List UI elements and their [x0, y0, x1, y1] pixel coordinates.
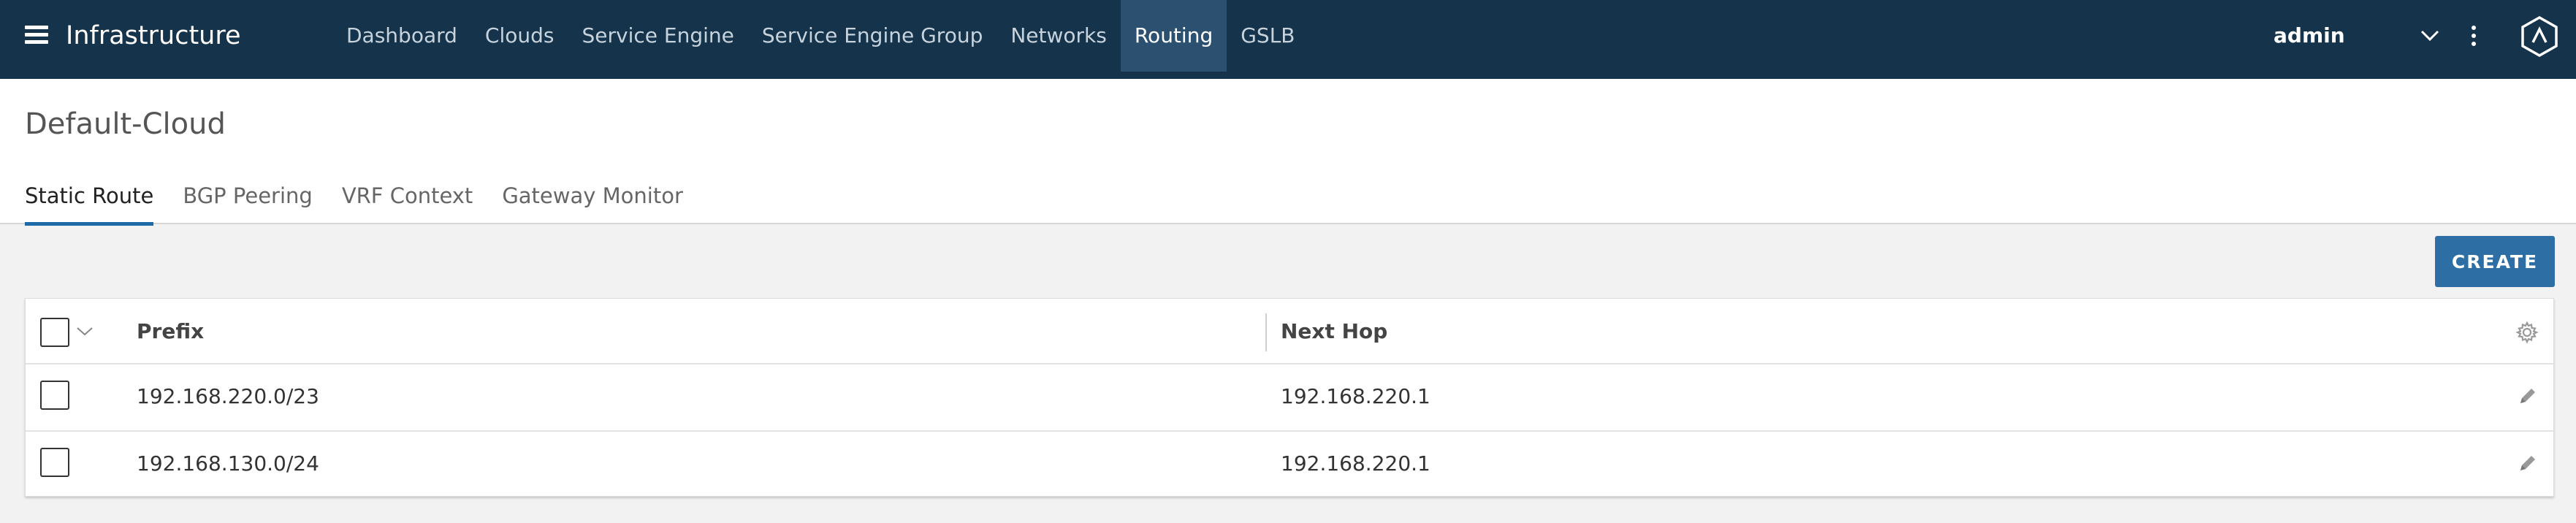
row-checkbox[interactable]	[40, 381, 69, 410]
cell-next-hop: 192.168.220.1	[1281, 451, 1430, 476]
app-title: Infrastructure	[66, 21, 241, 50]
tab-bar: Static Route BGP Peering VRF Context Gat…	[25, 174, 712, 226]
create-button[interactable]: CREATE	[2435, 236, 2555, 287]
cell-prefix: 192.168.220.0/23	[137, 384, 319, 408]
table-row[interactable]: 192.168.220.0/23 192.168.220.1	[26, 364, 2553, 432]
top-navigation-bar: Infrastructure Dashboard Clouds Service …	[0, 0, 2576, 79]
chevron-down-icon[interactable]	[2420, 26, 2440, 44]
nav-item-routing[interactable]: Routing	[1120, 0, 1227, 72]
pencil-icon[interactable]	[2517, 452, 2539, 474]
chevron-down-icon[interactable]	[75, 324, 94, 338]
table-header-row: Prefix Next Hop	[26, 299, 2553, 364]
user-name[interactable]: admin	[2274, 0, 2345, 72]
nav-item-service-engine[interactable]: Service Engine	[568, 0, 748, 72]
nav-item-networks[interactable]: Networks	[997, 0, 1121, 72]
tab-gateway-monitor[interactable]: Gateway Monitor	[502, 174, 683, 224]
avi-logo-icon[interactable]	[2520, 16, 2558, 57]
gear-icon[interactable]	[2515, 321, 2539, 344]
table-row[interactable]: 192.168.130.0/24 192.168.220.1	[26, 432, 2553, 497]
tab-bgp-peering[interactable]: BGP Peering	[183, 174, 312, 224]
kebab-menu-icon[interactable]	[2469, 25, 2478, 47]
nav-item-dashboard[interactable]: Dashboard	[332, 0, 471, 72]
column-header-next-hop[interactable]: Next Hop	[1281, 299, 1387, 364]
nav-item-gslb[interactable]: GSLB	[1227, 0, 1308, 72]
hamburger-menu-icon[interactable]	[25, 26, 48, 45]
main-nav: Dashboard Clouds Service Engine Service …	[332, 0, 1309, 72]
cell-next-hop: 192.168.220.1	[1281, 384, 1430, 408]
pencil-icon[interactable]	[2517, 385, 2539, 407]
select-all-checkbox[interactable]	[40, 318, 69, 347]
column-divider[interactable]	[1265, 313, 1267, 351]
static-route-table: Prefix Next Hop 192.168.220.0/23 192.168…	[25, 298, 2554, 497]
nav-item-service-engine-group[interactable]: Service Engine Group	[748, 0, 997, 72]
cell-prefix: 192.168.130.0/24	[137, 451, 319, 476]
tab-vrf-context[interactable]: VRF Context	[342, 174, 473, 224]
tab-static-route[interactable]: Static Route	[25, 174, 154, 226]
nav-item-clouds[interactable]: Clouds	[471, 0, 568, 72]
column-header-prefix[interactable]: Prefix	[137, 299, 204, 364]
page-header: Default-Cloud Static Route BGP Peering V…	[0, 79, 2576, 226]
row-checkbox[interactable]	[40, 448, 69, 477]
page-title: Default-Cloud	[25, 107, 226, 141]
